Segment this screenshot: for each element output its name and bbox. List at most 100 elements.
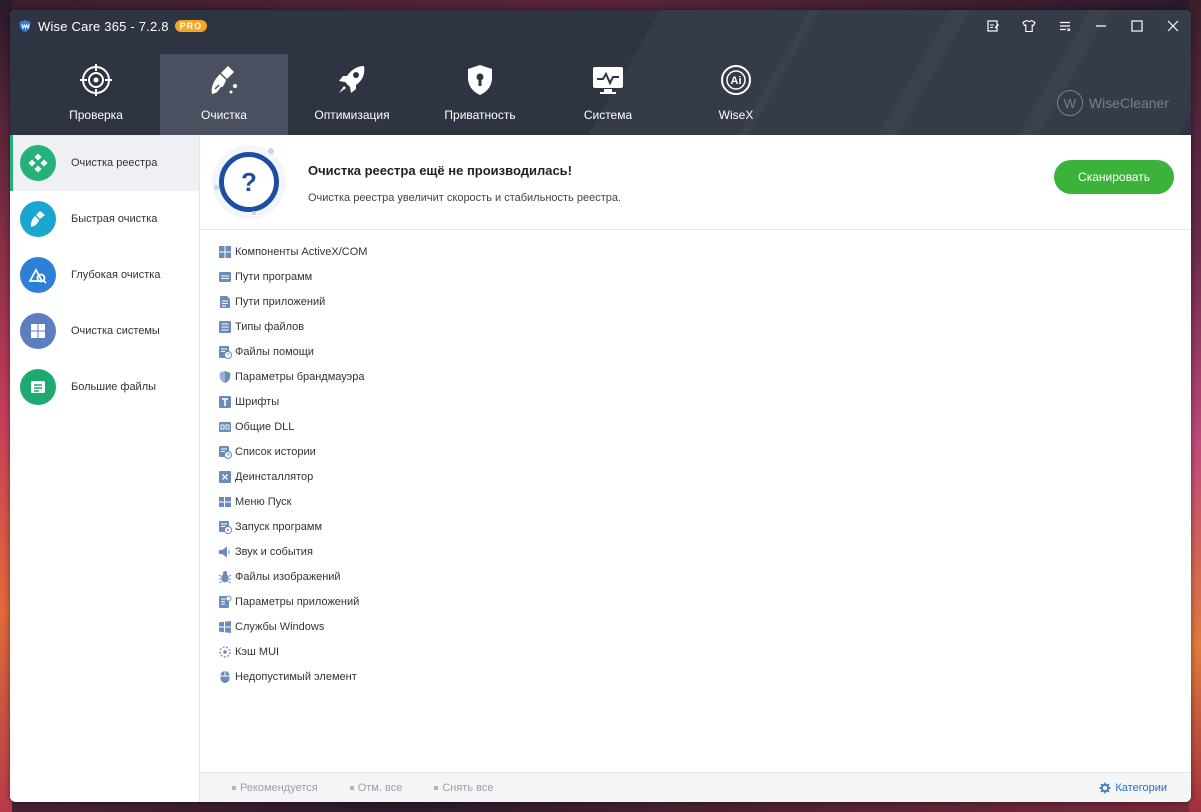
sidebar: Очистка реестра Быстрая очистка Глубокая… [10,135,200,802]
list-item[interactable]: Параметры брандмауэра [218,364,367,389]
tab-system[interactable]: Система [544,54,672,135]
list-item[interactable]: ? Файлы помощи [218,339,367,364]
top-bar: Wise Care 365 - 7.2.8 PRO Проверка Очист… [10,10,1191,135]
list-item-label: Типы файлов [235,320,305,333]
list-item-label: Шрифты [235,395,280,408]
tab-privacy[interactable]: Приватность [416,54,544,135]
deselect-all-label: Снять все [442,781,494,794]
list-item[interactable]: Типы файлов [218,314,367,339]
app-settings-icon [219,595,232,608]
registry-icon [20,145,56,181]
main-nav: Проверка Очистка Оптимизация Приватность… [32,54,800,135]
sidebar-item-quick-clean[interactable]: Быстрая очистка [10,191,199,247]
list-item-label: Файлы помощи [235,345,314,358]
status-title: Очистка реестра ещё не производилась! [308,163,572,178]
list-item-label: Параметры приложений [235,595,360,608]
gear-icon [1099,782,1111,794]
tab-wisex[interactable]: Ai WiseX [672,54,800,135]
list-item[interactable]: Меню Пуск [218,489,367,514]
brand-name: WiseCleaner [1088,95,1169,111]
list-item[interactable]: Деинсталлятор [218,464,367,489]
maximize-button[interactable] [1119,10,1155,42]
uninstall-icon [219,470,231,483]
recommended-link[interactable]: Рекомендуется [232,782,318,794]
list-item-label: Пути приложений [235,295,326,308]
list-item-label: Меню Пуск [235,495,292,508]
select-all-link[interactable]: Отм. все [349,781,403,794]
ai-icon: Ai [721,65,751,95]
list-item[interactable]: Общие DLL [218,414,367,439]
bullet-icon [349,785,354,790]
list-item[interactable]: Запуск программ [218,514,367,539]
windows-services-icon [219,620,231,633]
list-item[interactable]: Шрифты [218,389,367,414]
sound-icon [219,546,230,557]
list-item-label: Компоненты ActiveX/COM [235,245,368,258]
list-item[interactable]: Кэш MUI [218,639,367,664]
menu-icon [1060,21,1071,32]
list-item[interactable]: Недопустимый элемент [218,664,367,689]
tshirt-icon [1022,19,1036,33]
status-header: ? Очистка реестра ещё не производилась! … [200,135,1191,230]
categories-label: Категории [1115,782,1167,794]
list-item-label: Пути программ [235,270,313,283]
main-panel: ? Очистка реестра ещё не производилась! … [200,135,1191,802]
list-icon [219,320,231,333]
tab-check-label: Проверка [69,108,123,122]
tab-optimize-label: Оптимизация [314,108,390,122]
tab-wisex-label: WiseX [718,108,754,122]
list-item[interactable]: Пути приложений [218,289,367,314]
maximize-icon [1131,20,1143,32]
app-title: Wise Care 365 - 7.2.8 [38,18,169,34]
windows-icon [20,313,56,349]
list-item[interactable]: Звук и события [218,539,367,564]
deep-clean-icon [20,257,56,293]
deselect-all-link[interactable]: Снять все [434,782,493,794]
sidebar-item-label: Очистка системы [71,325,160,337]
large-files-icon [20,369,56,405]
footer-bar: Рекомендуется Отм. все Снять все Категор… [200,772,1191,802]
list-item[interactable]: Пути программ [218,264,367,289]
svg-text:Ai: Ai [731,75,742,87]
list-item[interactable]: Параметры приложений [218,589,367,614]
list-item[interactable]: Файлы изображений [218,564,367,589]
tab-privacy-label: Приватность [444,108,516,122]
categories-button[interactable]: Категории [1099,773,1167,802]
list-item-label: Файлы изображений [235,570,341,583]
grid-icon [219,245,231,258]
font-icon [219,395,231,408]
bug-icon [218,570,232,583]
scan-button[interactable]: Сканировать [1054,160,1174,194]
startup-icon [219,520,232,534]
mui-cache-icon [219,645,231,658]
wisecleaner-brand[interactable]: W WiseCleaner [1056,90,1169,116]
sidebar-item-registry[interactable]: Очистка реестра [10,135,199,191]
skin-button[interactable] [1011,10,1047,42]
list-item[interactable]: Службы Windows [218,614,367,639]
tab-optimize[interactable]: Оптимизация [288,54,416,135]
list-item-label: Запуск программ [235,520,323,533]
category-list: Компоненты ActiveX/COM Пути программ Пут… [218,239,367,689]
bullet-icon [232,785,236,790]
minimize-button[interactable] [1083,10,1119,42]
sidebar-item-label: Большие файлы [71,381,157,393]
mouse-icon [220,670,230,683]
list-item[interactable]: Список истории [218,439,367,464]
edit-note-icon [987,20,999,32]
list-item-label: Деинсталлятор [235,470,314,483]
sidebar-item-label: Глубокая очистка [71,269,161,281]
document-icon [220,295,230,308]
tab-check[interactable]: Проверка [32,54,160,135]
sidebar-item-large-files[interactable]: Большие файлы [10,359,199,415]
close-button[interactable] [1155,10,1191,42]
feedback-button[interactable] [975,10,1011,42]
select-all-label: Отм. все [357,781,403,794]
tab-clean[interactable]: Очистка [160,54,288,135]
history-icon [219,445,232,459]
sidebar-item-deep-clean[interactable]: Глубокая очистка [10,247,199,303]
dll-icon [219,421,231,432]
sidebar-item-system-clean[interactable]: Очистка системы [10,303,199,359]
list-item-label: Общие DLL [235,420,295,433]
list-item[interactable]: Компоненты ActiveX/COM [218,239,367,264]
menu-button[interactable] [1047,10,1083,42]
